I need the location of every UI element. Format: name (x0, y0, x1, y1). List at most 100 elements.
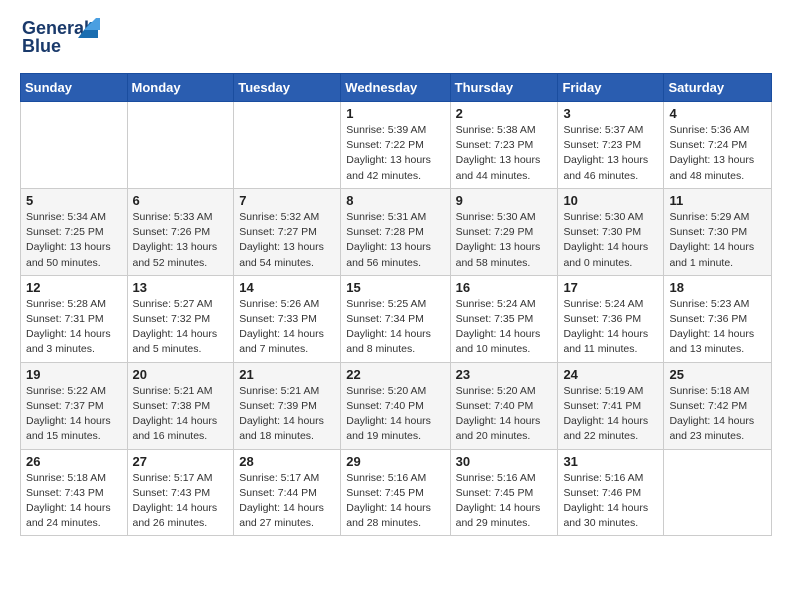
day-info: Sunrise: 5:16 AM Sunset: 7:45 PM Dayligh… (456, 471, 553, 532)
day-cell: 26 Sunrise: 5:18 AM Sunset: 7:43 PM Dayli… (21, 449, 128, 536)
day-cell: 31 Sunrise: 5:16 AM Sunset: 7:46 PM Dayli… (558, 449, 664, 536)
day-cell: 14 Sunrise: 5:26 AM Sunset: 7:33 PM Dayli… (234, 275, 341, 362)
day-number: 5 (26, 193, 122, 208)
calendar-table: SundayMondayTuesdayWednesdayThursdayFrid… (20, 73, 772, 536)
day-cell: 5 Sunrise: 5:34 AM Sunset: 7:25 PM Daylig… (21, 188, 128, 275)
day-info: Sunrise: 5:18 AM Sunset: 7:42 PM Dayligh… (669, 384, 766, 445)
day-cell: 28Sunrise: 5:17 AM Sunset: 7:44 PM Dayli… (234, 449, 341, 536)
day-cell (664, 449, 772, 536)
week-row-1: 1 Sunrise: 5:39 AM Sunset: 7:22 PM Daylig… (21, 102, 772, 189)
weekday-header-friday: Friday (558, 74, 664, 102)
day-number: 4 (669, 106, 766, 121)
day-number: 31 (563, 454, 658, 469)
day-info: Sunrise: 5:33 AM Sunset: 7:26 PM Dayligh… (133, 210, 229, 271)
day-info: Sunrise: 5:28 AM Sunset: 7:31 PM Dayligh… (26, 297, 122, 358)
day-info: Sunrise: 5:34 AM Sunset: 7:25 PM Dayligh… (26, 210, 122, 271)
day-cell: 13 Sunrise: 5:27 AM Sunset: 7:32 PM Dayli… (127, 275, 234, 362)
day-number: 6 (133, 193, 229, 208)
weekday-header-tuesday: Tuesday (234, 74, 341, 102)
day-info: Sunrise: 5:39 AM Sunset: 7:22 PM Dayligh… (346, 123, 444, 184)
day-number: 30 (456, 454, 553, 469)
day-info: Sunrise: 5:27 AM Sunset: 7:32 PM Dayligh… (133, 297, 229, 358)
day-number: 29 (346, 454, 444, 469)
day-cell: 6 Sunrise: 5:33 AM Sunset: 7:26 PM Daylig… (127, 188, 234, 275)
day-number: 14 (239, 280, 335, 295)
week-row-2: 5 Sunrise: 5:34 AM Sunset: 7:25 PM Daylig… (21, 188, 772, 275)
day-cell: 9 Sunrise: 5:30 AM Sunset: 7:29 PM Daylig… (450, 188, 558, 275)
day-cell (127, 102, 234, 189)
day-cell: 29Sunrise: 5:16 AM Sunset: 7:45 PM Dayli… (341, 449, 450, 536)
day-info: Sunrise: 5:25 AM Sunset: 7:34 PM Dayligh… (346, 297, 444, 358)
svg-text:General: General (22, 18, 89, 38)
day-number: 9 (456, 193, 553, 208)
day-number: 13 (133, 280, 229, 295)
day-cell: 4 Sunrise: 5:36 AM Sunset: 7:24 PM Daylig… (664, 102, 772, 189)
day-info: Sunrise: 5:30 AM Sunset: 7:29 PM Dayligh… (456, 210, 553, 271)
day-info: Sunrise: 5:23 AM Sunset: 7:36 PM Dayligh… (669, 297, 766, 358)
day-cell: 22 Sunrise: 5:20 AM Sunset: 7:40 PM Dayli… (341, 362, 450, 449)
day-cell: 2Sunrise: 5:38 AM Sunset: 7:23 PM Daylig… (450, 102, 558, 189)
logo: GeneralBlue (20, 16, 104, 61)
day-cell: 19 Sunrise: 5:22 AM Sunset: 7:37 PM Dayli… (21, 362, 128, 449)
day-number: 1 (346, 106, 444, 121)
page: GeneralBlue SundayMondayTuesdayWednesday… (0, 0, 792, 552)
header: GeneralBlue (20, 16, 772, 61)
day-cell: 7 Sunrise: 5:32 AM Sunset: 7:27 PM Daylig… (234, 188, 341, 275)
day-number: 11 (669, 193, 766, 208)
day-cell: 15Sunrise: 5:25 AM Sunset: 7:34 PM Dayli… (341, 275, 450, 362)
day-cell: 11 Sunrise: 5:29 AM Sunset: 7:30 PM Dayli… (664, 188, 772, 275)
day-info: Sunrise: 5:17 AM Sunset: 7:43 PM Dayligh… (133, 471, 229, 532)
day-cell: 23Sunrise: 5:20 AM Sunset: 7:40 PM Dayli… (450, 362, 558, 449)
day-cell: 12Sunrise: 5:28 AM Sunset: 7:31 PM Dayli… (21, 275, 128, 362)
day-number: 16 (456, 280, 553, 295)
day-cell: 25Sunrise: 5:18 AM Sunset: 7:42 PM Dayli… (664, 362, 772, 449)
day-info: Sunrise: 5:16 AM Sunset: 7:46 PM Dayligh… (563, 471, 658, 532)
day-number: 18 (669, 280, 766, 295)
day-cell: 8 Sunrise: 5:31 AM Sunset: 7:28 PM Daylig… (341, 188, 450, 275)
day-number: 17 (563, 280, 658, 295)
day-info: Sunrise: 5:38 AM Sunset: 7:23 PM Dayligh… (456, 123, 553, 184)
week-row-3: 12Sunrise: 5:28 AM Sunset: 7:31 PM Dayli… (21, 275, 772, 362)
day-info: Sunrise: 5:21 AM Sunset: 7:39 PM Dayligh… (239, 384, 335, 445)
day-cell: 16 Sunrise: 5:24 AM Sunset: 7:35 PM Dayli… (450, 275, 558, 362)
weekday-header-thursday: Thursday (450, 74, 558, 102)
day-cell: 27Sunrise: 5:17 AM Sunset: 7:43 PM Dayli… (127, 449, 234, 536)
day-number: 26 (26, 454, 122, 469)
day-info: Sunrise: 5:18 AM Sunset: 7:43 PM Dayligh… (26, 471, 122, 532)
day-number: 8 (346, 193, 444, 208)
day-info: Sunrise: 5:29 AM Sunset: 7:30 PM Dayligh… (669, 210, 766, 271)
weekday-header-monday: Monday (127, 74, 234, 102)
day-info: Sunrise: 5:24 AM Sunset: 7:36 PM Dayligh… (563, 297, 658, 358)
week-row-4: 19 Sunrise: 5:22 AM Sunset: 7:37 PM Dayli… (21, 362, 772, 449)
day-number: 22 (346, 367, 444, 382)
day-info: Sunrise: 5:36 AM Sunset: 7:24 PM Dayligh… (669, 123, 766, 184)
day-number: 28 (239, 454, 335, 469)
day-info: Sunrise: 5:21 AM Sunset: 7:38 PM Dayligh… (133, 384, 229, 445)
day-cell: 20 Sunrise: 5:21 AM Sunset: 7:38 PM Dayli… (127, 362, 234, 449)
logo-icon: GeneralBlue (20, 16, 100, 61)
svg-text:Blue: Blue (22, 36, 61, 56)
day-cell: 21Sunrise: 5:21 AM Sunset: 7:39 PM Dayli… (234, 362, 341, 449)
day-cell: 3 Sunrise: 5:37 AM Sunset: 7:23 PM Daylig… (558, 102, 664, 189)
day-info: Sunrise: 5:19 AM Sunset: 7:41 PM Dayligh… (563, 384, 658, 445)
day-info: Sunrise: 5:24 AM Sunset: 7:35 PM Dayligh… (456, 297, 553, 358)
day-number: 24 (563, 367, 658, 382)
weekday-header-row: SundayMondayTuesdayWednesdayThursdayFrid… (21, 74, 772, 102)
day-number: 3 (563, 106, 658, 121)
day-number: 20 (133, 367, 229, 382)
weekday-header-sunday: Sunday (21, 74, 128, 102)
day-number: 7 (239, 193, 335, 208)
day-info: Sunrise: 5:26 AM Sunset: 7:33 PM Dayligh… (239, 297, 335, 358)
day-info: Sunrise: 5:30 AM Sunset: 7:30 PM Dayligh… (563, 210, 658, 271)
day-number: 19 (26, 367, 122, 382)
day-info: Sunrise: 5:31 AM Sunset: 7:28 PM Dayligh… (346, 210, 444, 271)
day-info: Sunrise: 5:37 AM Sunset: 7:23 PM Dayligh… (563, 123, 658, 184)
day-number: 23 (456, 367, 553, 382)
day-cell: 10 Sunrise: 5:30 AM Sunset: 7:30 PM Dayli… (558, 188, 664, 275)
day-info: Sunrise: 5:22 AM Sunset: 7:37 PM Dayligh… (26, 384, 122, 445)
day-number: 10 (563, 193, 658, 208)
day-info: Sunrise: 5:20 AM Sunset: 7:40 PM Dayligh… (346, 384, 444, 445)
day-info: Sunrise: 5:32 AM Sunset: 7:27 PM Dayligh… (239, 210, 335, 271)
day-cell: 30 Sunrise: 5:16 AM Sunset: 7:45 PM Dayli… (450, 449, 558, 536)
day-cell: 1 Sunrise: 5:39 AM Sunset: 7:22 PM Daylig… (341, 102, 450, 189)
